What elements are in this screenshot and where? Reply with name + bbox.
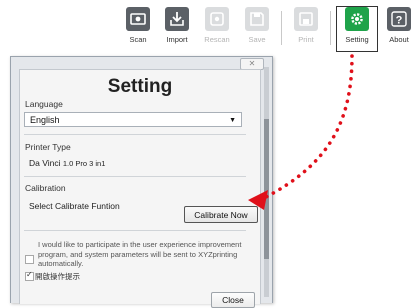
- close-button[interactable]: Close: [211, 292, 255, 308]
- toolbar-label: Save: [248, 35, 266, 44]
- experience-text: I would like to participate in the user …: [38, 240, 242, 268]
- dialog-title: Setting: [107, 76, 173, 97]
- toolbar: Scan Import Rescan Save Print Setting ? …: [0, 0, 411, 58]
- toolbar-setting-button[interactable]: Setting: [336, 6, 378, 52]
- hint-checkbox[interactable]: [25, 270, 34, 281]
- printer-type-name: Da Vinci: [29, 158, 61, 168]
- printer-type-model: 1.0 Pro 3 in1: [62, 159, 106, 168]
- setting-dialog: ✕ Setting Language English ▼ Printer Typ…: [10, 56, 273, 308]
- toolbar-label: Print: [298, 35, 314, 44]
- gear-icon: [345, 7, 369, 31]
- dialog-titlebar: [11, 57, 272, 68]
- divider: [24, 134, 246, 135]
- printer-type-label: Printer Type: [25, 142, 71, 152]
- print-icon: [294, 7, 318, 31]
- toolbar-scan-button[interactable]: Scan: [118, 7, 158, 51]
- language-select[interactable]: English ▼: [24, 112, 242, 127]
- experience-checkbox[interactable]: [25, 255, 34, 264]
- chevron-down-icon: ▼: [229, 117, 236, 124]
- rescan-icon: [205, 7, 229, 31]
- dialog-body: Setting Language English ▼ Printer Type …: [19, 69, 261, 308]
- toolbar-label: Scan: [129, 35, 147, 44]
- toolbar-label: About: [389, 35, 409, 44]
- toolbar-save-button[interactable]: Save: [237, 7, 277, 51]
- annotation-dotted-path: [260, 54, 354, 201]
- toolbar-label: Setting: [345, 35, 369, 44]
- dialog-scrollbar-thumb[interactable]: [264, 119, 269, 259]
- divider: [24, 176, 246, 177]
- toolbar-label: Rescan: [204, 35, 230, 44]
- divider: [24, 230, 246, 231]
- svg-text:?: ?: [396, 15, 403, 27]
- scan-icon: [126, 7, 150, 31]
- toolbar-print-button[interactable]: Print: [286, 7, 326, 51]
- toolbar-divider: [281, 11, 282, 45]
- toolbar-about-button[interactable]: ? About: [379, 7, 411, 51]
- save-icon: [245, 7, 269, 31]
- printer-type-value: Da Vinci 1.0 Pro 3 in1: [29, 158, 105, 168]
- toolbar-rescan-button[interactable]: Rescan: [197, 7, 237, 51]
- hint-label: 開啟操作提示: [35, 272, 80, 281]
- toolbar-label: Import: [166, 35, 188, 44]
- toolbar-divider: [330, 11, 331, 45]
- calibration-label: Calibration: [25, 183, 66, 193]
- calibrate-now-button[interactable]: Calibrate Now: [184, 206, 258, 223]
- language-value: English: [30, 115, 60, 125]
- calibration-text: Select Calibrate Funtion: [29, 201, 120, 211]
- help-icon: ?: [387, 7, 411, 31]
- toolbar-import-button[interactable]: Import: [157, 7, 197, 51]
- language-label: Language: [25, 99, 63, 109]
- import-icon: [165, 7, 189, 31]
